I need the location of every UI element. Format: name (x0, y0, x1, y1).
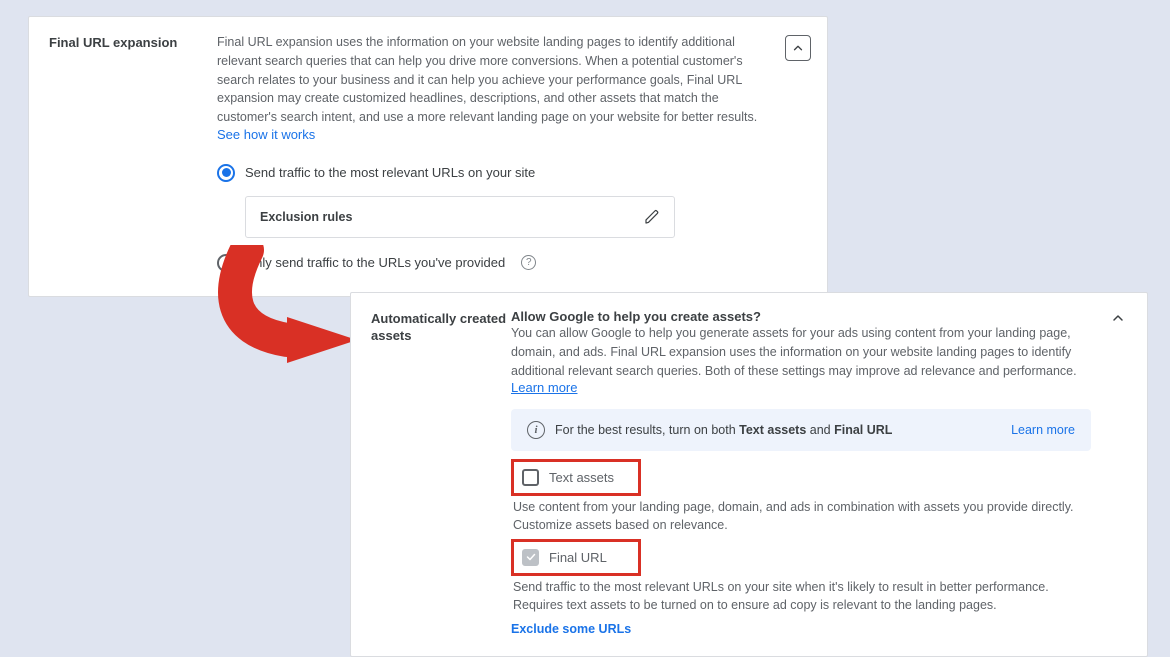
panel-title: Final URL expansion (49, 33, 217, 278)
info-banner-bold: Text assets (739, 423, 806, 437)
panel-subtitle: Allow Google to help you create assets? (511, 309, 1091, 324)
help-icon[interactable]: ? (521, 255, 536, 270)
checkbox-icon (522, 469, 539, 486)
info-banner-text: and (806, 423, 834, 437)
panel-description: You can allow Google to help you generat… (511, 326, 1077, 378)
automatically-created-assets-panel: Automatically created assets Allow Googl… (350, 292, 1148, 657)
see-how-it-works-link[interactable]: See how it works (217, 127, 315, 142)
checkbox-label: Text assets (549, 470, 614, 485)
final-url-checkbox-row[interactable]: Final URL (511, 539, 641, 576)
info-icon: i (527, 421, 545, 439)
exclude-some-urls-link[interactable]: Exclude some URLs (511, 622, 631, 636)
exclusion-rules-label: Exclusion rules (260, 210, 352, 224)
radio-icon (217, 164, 235, 182)
text-assets-description: Use content from your landing page, doma… (513, 498, 1091, 534)
text-assets-checkbox-row[interactable]: Text assets (511, 459, 641, 496)
checkbox-label: Final URL (549, 550, 607, 565)
edit-icon (644, 209, 660, 225)
info-banner-bold: Final URL (834, 423, 892, 437)
panel-title: Automatically created assets (371, 309, 511, 636)
info-banner-message: For the best results, turn on both Text … (545, 423, 991, 437)
chevron-up-icon (791, 41, 805, 55)
collapse-panel-button[interactable] (1107, 307, 1129, 329)
info-banner-text: For the best results, turn on both (555, 423, 739, 437)
learn-more-link[interactable]: Learn more (511, 380, 577, 395)
chevron-up-icon (1110, 310, 1126, 326)
radio-icon (217, 254, 235, 272)
radio-option-relevant-urls[interactable]: Send traffic to the most relevant URLs o… (217, 158, 767, 188)
panel-description: Final URL expansion uses the information… (217, 35, 757, 124)
exclusion-rules-box[interactable]: Exclusion rules (245, 196, 675, 238)
radio-label: Send traffic to the most relevant URLs o… (245, 165, 535, 180)
checkbox-icon (522, 549, 539, 566)
info-banner: i For the best results, turn on both Tex… (511, 409, 1091, 451)
radio-label: Only send traffic to the URLs you've pro… (245, 255, 505, 270)
final-url-description: Send traffic to the most relevant URLs o… (513, 578, 1091, 614)
collapse-panel-button[interactable] (785, 35, 811, 61)
final-url-expansion-panel: Final URL expansion Final URL expansion … (28, 16, 828, 297)
radio-option-only-provided-urls[interactable]: Only send traffic to the URLs you've pro… (217, 248, 767, 278)
banner-learn-more-link[interactable]: Learn more (1011, 423, 1075, 437)
